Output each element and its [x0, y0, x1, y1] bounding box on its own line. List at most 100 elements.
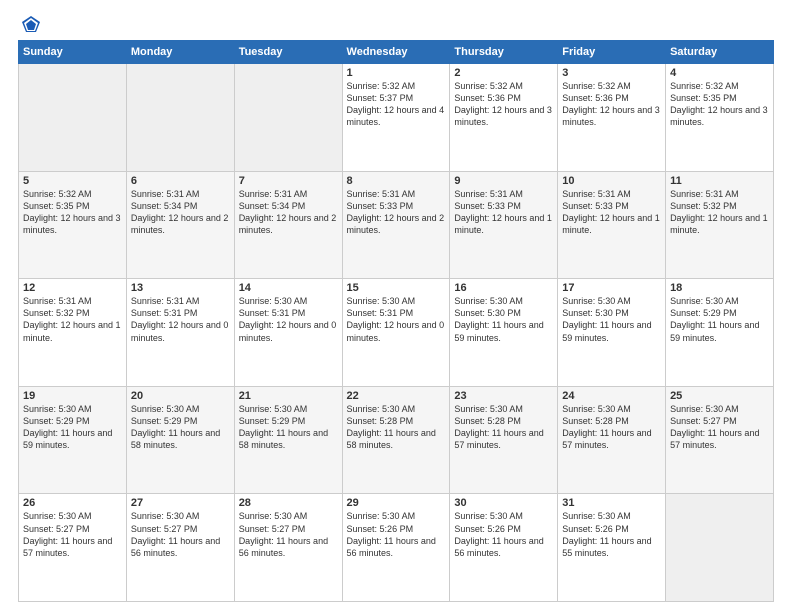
day-number: 20 — [131, 390, 230, 402]
weekday-header-thursday: Thursday — [450, 41, 558, 64]
calendar-cell: 29Sunrise: 5:30 AMSunset: 5:26 PMDayligh… — [342, 494, 450, 602]
calendar-cell: 24Sunrise: 5:30 AMSunset: 5:28 PMDayligh… — [558, 386, 666, 494]
day-info: Sunrise: 5:30 AMSunset: 5:26 PMDaylight:… — [347, 510, 446, 559]
day-info: Sunrise: 5:32 AMSunset: 5:35 PMDaylight:… — [23, 188, 122, 237]
day-info: Sunrise: 5:31 AMSunset: 5:32 PMDaylight:… — [23, 295, 122, 344]
day-info: Sunrise: 5:31 AMSunset: 5:34 PMDaylight:… — [239, 188, 338, 237]
day-number: 15 — [347, 282, 446, 294]
day-number: 21 — [239, 390, 338, 402]
day-number: 7 — [239, 175, 338, 187]
weekday-header-sunday: Sunday — [19, 41, 127, 64]
day-info: Sunrise: 5:30 AMSunset: 5:31 PMDaylight:… — [239, 295, 338, 344]
day-info: Sunrise: 5:30 AMSunset: 5:29 PMDaylight:… — [23, 403, 122, 452]
calendar-cell — [234, 64, 342, 172]
calendar-cell: 1Sunrise: 5:32 AMSunset: 5:37 PMDaylight… — [342, 64, 450, 172]
calendar-cell: 3Sunrise: 5:32 AMSunset: 5:36 PMDaylight… — [558, 64, 666, 172]
day-number: 14 — [239, 282, 338, 294]
day-info: Sunrise: 5:30 AMSunset: 5:26 PMDaylight:… — [454, 510, 553, 559]
day-info: Sunrise: 5:30 AMSunset: 5:26 PMDaylight:… — [562, 510, 661, 559]
day-info: Sunrise: 5:32 AMSunset: 5:36 PMDaylight:… — [562, 80, 661, 129]
day-number: 22 — [347, 390, 446, 402]
day-info: Sunrise: 5:30 AMSunset: 5:30 PMDaylight:… — [454, 295, 553, 344]
weekday-header-friday: Friday — [558, 41, 666, 64]
day-info: Sunrise: 5:31 AMSunset: 5:32 PMDaylight:… — [670, 188, 769, 237]
day-info: Sunrise: 5:32 AMSunset: 5:37 PMDaylight:… — [347, 80, 446, 129]
day-info: Sunrise: 5:30 AMSunset: 5:27 PMDaylight:… — [23, 510, 122, 559]
day-number: 5 — [23, 175, 122, 187]
calendar-cell: 18Sunrise: 5:30 AMSunset: 5:29 PMDayligh… — [666, 279, 774, 387]
day-info: Sunrise: 5:30 AMSunset: 5:27 PMDaylight:… — [239, 510, 338, 559]
calendar-table: SundayMondayTuesdayWednesdayThursdayFrid… — [18, 40, 774, 602]
day-number: 10 — [562, 175, 661, 187]
calendar-week-row: 19Sunrise: 5:30 AMSunset: 5:29 PMDayligh… — [19, 386, 774, 494]
calendar-cell: 31Sunrise: 5:30 AMSunset: 5:26 PMDayligh… — [558, 494, 666, 602]
calendar-cell: 22Sunrise: 5:30 AMSunset: 5:28 PMDayligh… — [342, 386, 450, 494]
day-info: Sunrise: 5:32 AMSunset: 5:35 PMDaylight:… — [670, 80, 769, 129]
calendar-cell: 7Sunrise: 5:31 AMSunset: 5:34 PMDaylight… — [234, 171, 342, 279]
day-number: 16 — [454, 282, 553, 294]
calendar-cell: 16Sunrise: 5:30 AMSunset: 5:30 PMDayligh… — [450, 279, 558, 387]
calendar-cell: 12Sunrise: 5:31 AMSunset: 5:32 PMDayligh… — [19, 279, 127, 387]
day-info: Sunrise: 5:31 AMSunset: 5:33 PMDaylight:… — [454, 188, 553, 237]
day-info: Sunrise: 5:30 AMSunset: 5:29 PMDaylight:… — [239, 403, 338, 452]
calendar-week-row: 5Sunrise: 5:32 AMSunset: 5:35 PMDaylight… — [19, 171, 774, 279]
calendar-cell: 17Sunrise: 5:30 AMSunset: 5:30 PMDayligh… — [558, 279, 666, 387]
day-info: Sunrise: 5:30 AMSunset: 5:30 PMDaylight:… — [562, 295, 661, 344]
calendar-cell: 8Sunrise: 5:31 AMSunset: 5:33 PMDaylight… — [342, 171, 450, 279]
logo-flag-icon — [20, 14, 42, 36]
day-number: 8 — [347, 175, 446, 187]
day-number: 19 — [23, 390, 122, 402]
day-number: 4 — [670, 67, 769, 79]
day-number: 12 — [23, 282, 122, 294]
calendar-cell: 15Sunrise: 5:30 AMSunset: 5:31 PMDayligh… — [342, 279, 450, 387]
day-info: Sunrise: 5:30 AMSunset: 5:28 PMDaylight:… — [454, 403, 553, 452]
calendar-cell: 13Sunrise: 5:31 AMSunset: 5:31 PMDayligh… — [126, 279, 234, 387]
calendar-cell: 25Sunrise: 5:30 AMSunset: 5:27 PMDayligh… — [666, 386, 774, 494]
day-number: 24 — [562, 390, 661, 402]
calendar-cell: 2Sunrise: 5:32 AMSunset: 5:36 PMDaylight… — [450, 64, 558, 172]
day-info: Sunrise: 5:30 AMSunset: 5:28 PMDaylight:… — [562, 403, 661, 452]
page: SundayMondayTuesdayWednesdayThursdayFrid… — [0, 0, 792, 612]
header — [18, 16, 774, 32]
day-number: 23 — [454, 390, 553, 402]
day-info: Sunrise: 5:30 AMSunset: 5:29 PMDaylight:… — [131, 403, 230, 452]
day-info: Sunrise: 5:30 AMSunset: 5:28 PMDaylight:… — [347, 403, 446, 452]
day-number: 13 — [131, 282, 230, 294]
weekday-header-monday: Monday — [126, 41, 234, 64]
weekday-header-tuesday: Tuesday — [234, 41, 342, 64]
day-number: 27 — [131, 497, 230, 509]
day-number: 25 — [670, 390, 769, 402]
day-number: 11 — [670, 175, 769, 187]
day-info: Sunrise: 5:31 AMSunset: 5:31 PMDaylight:… — [131, 295, 230, 344]
day-info: Sunrise: 5:30 AMSunset: 5:29 PMDaylight:… — [670, 295, 769, 344]
day-number: 29 — [347, 497, 446, 509]
day-number: 28 — [239, 497, 338, 509]
weekday-header-row: SundayMondayTuesdayWednesdayThursdayFrid… — [19, 41, 774, 64]
day-info: Sunrise: 5:30 AMSunset: 5:31 PMDaylight:… — [347, 295, 446, 344]
calendar-week-row: 1Sunrise: 5:32 AMSunset: 5:37 PMDaylight… — [19, 64, 774, 172]
day-number: 2 — [454, 67, 553, 79]
day-number: 30 — [454, 497, 553, 509]
logo — [18, 16, 42, 32]
day-number: 26 — [23, 497, 122, 509]
calendar-cell: 10Sunrise: 5:31 AMSunset: 5:33 PMDayligh… — [558, 171, 666, 279]
calendar-cell: 23Sunrise: 5:30 AMSunset: 5:28 PMDayligh… — [450, 386, 558, 494]
calendar-week-row: 12Sunrise: 5:31 AMSunset: 5:32 PMDayligh… — [19, 279, 774, 387]
calendar-cell: 14Sunrise: 5:30 AMSunset: 5:31 PMDayligh… — [234, 279, 342, 387]
calendar-cell: 28Sunrise: 5:30 AMSunset: 5:27 PMDayligh… — [234, 494, 342, 602]
calendar-cell: 4Sunrise: 5:32 AMSunset: 5:35 PMDaylight… — [666, 64, 774, 172]
day-number: 18 — [670, 282, 769, 294]
day-info: Sunrise: 5:32 AMSunset: 5:36 PMDaylight:… — [454, 80, 553, 129]
day-number: 6 — [131, 175, 230, 187]
day-number: 3 — [562, 67, 661, 79]
calendar-cell — [19, 64, 127, 172]
day-number: 17 — [562, 282, 661, 294]
calendar-week-row: 26Sunrise: 5:30 AMSunset: 5:27 PMDayligh… — [19, 494, 774, 602]
calendar-cell: 19Sunrise: 5:30 AMSunset: 5:29 PMDayligh… — [19, 386, 127, 494]
calendar-cell: 9Sunrise: 5:31 AMSunset: 5:33 PMDaylight… — [450, 171, 558, 279]
day-info: Sunrise: 5:30 AMSunset: 5:27 PMDaylight:… — [131, 510, 230, 559]
day-info: Sunrise: 5:31 AMSunset: 5:33 PMDaylight:… — [562, 188, 661, 237]
calendar-cell: 20Sunrise: 5:30 AMSunset: 5:29 PMDayligh… — [126, 386, 234, 494]
weekday-header-saturday: Saturday — [666, 41, 774, 64]
calendar-cell: 6Sunrise: 5:31 AMSunset: 5:34 PMDaylight… — [126, 171, 234, 279]
